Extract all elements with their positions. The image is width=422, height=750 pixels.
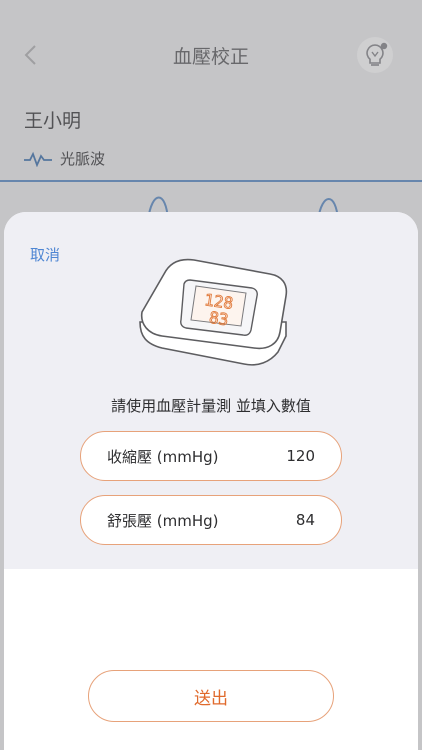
- diastolic-field[interactable]: 舒張壓 (mmHg) 84: [80, 495, 342, 545]
- systolic-value[interactable]: 120: [286, 447, 315, 465]
- diastolic-label: 舒張壓 (mmHg): [107, 511, 219, 530]
- diastolic-value[interactable]: 84: [296, 511, 315, 529]
- blood-pressure-monitor-illustration: 128 83: [139, 258, 288, 366]
- systolic-field[interactable]: 收縮壓 (mmHg) 120: [80, 431, 342, 481]
- submit-button[interactable]: 送出: [88, 670, 334, 722]
- instruction-text: 請使用血壓計量測 並填入數值: [111, 397, 311, 415]
- systolic-label: 收縮壓 (mmHg): [107, 447, 219, 466]
- calibration-sheet: 取消 128 83 請使用血壓計量測 並填入數值 收縮壓 (mmHg) 120 …: [4, 212, 418, 750]
- cancel-button[interactable]: 取消: [30, 244, 60, 265]
- device-diastolic-readout: 83: [208, 308, 230, 329]
